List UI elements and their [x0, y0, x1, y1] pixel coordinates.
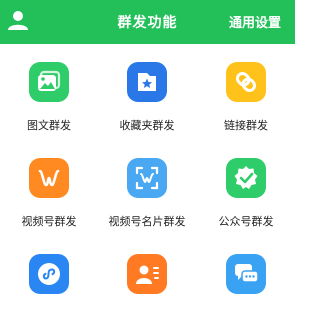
mini-program-icon — [29, 254, 69, 294]
feature-image-text-broadcast[interactable]: 图文群发 — [0, 44, 98, 140]
user-icon[interactable] — [6, 8, 30, 32]
general-settings-button[interactable]: 通用设置 — [229, 12, 281, 31]
feature-official-account-broadcast[interactable]: 公众号群发 — [197, 140, 295, 236]
feature-favorites-broadcast[interactable]: 收藏夹群发 — [98, 44, 196, 140]
contact-card-icon — [127, 254, 167, 294]
feature-channels-broadcast[interactable]: 视频号群发 — [0, 140, 98, 236]
channels-icon — [29, 158, 69, 198]
feature-link-broadcast[interactable]: 链接群发 — [197, 44, 295, 140]
channels-card-icon — [127, 158, 167, 198]
feature-mini-program-broadcast[interactable] — [0, 236, 98, 332]
feature-label: 视频号名片群发 — [108, 215, 186, 228]
feature-label: 收藏夹群发 — [119, 119, 175, 132]
official-account-icon — [226, 158, 266, 198]
feature-label: 视频号群发 — [21, 215, 77, 228]
favorites-folder-icon — [127, 62, 167, 102]
chat-bubbles-icon — [226, 254, 266, 294]
feature-label: 公众号群发 — [218, 215, 274, 228]
feature-label: 链接群发 — [224, 119, 268, 132]
feature-contact-card-broadcast[interactable] — [98, 236, 196, 332]
image-text-icon — [29, 62, 69, 102]
feature-label: 图文群发 — [27, 119, 71, 132]
feature-chat-broadcast[interactable] — [197, 236, 295, 332]
link-icon — [226, 62, 266, 102]
top-bar: 群发功能 通用设置 — [0, 0, 295, 44]
feature-channels-card-broadcast[interactable]: 视频号名片群发 — [98, 140, 196, 236]
